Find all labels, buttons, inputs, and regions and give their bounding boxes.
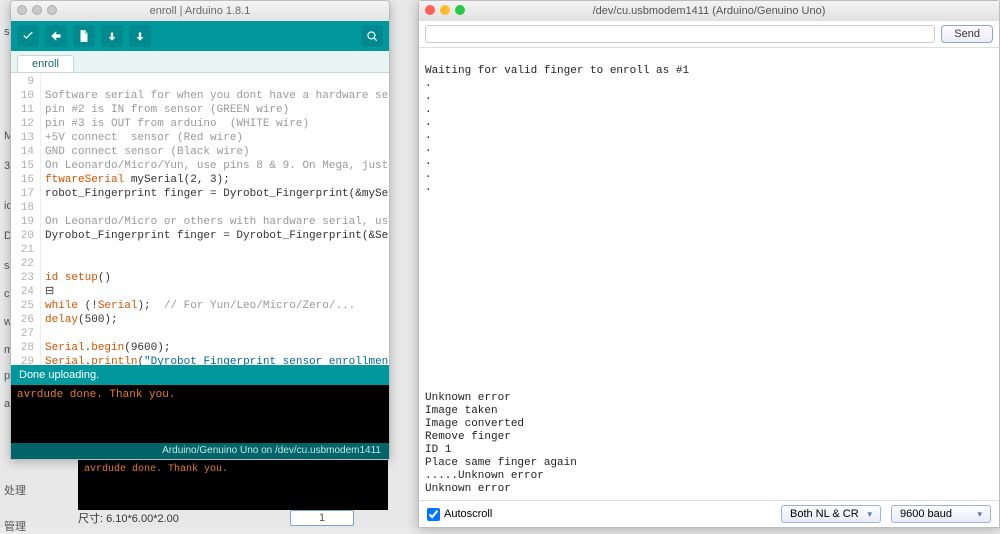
serial-input[interactable] [425, 25, 935, 43]
line-ending-select[interactable]: Both NL & CR▾ [781, 505, 881, 523]
serial-monitor-window: /dev/cu.usbmodem1411 (Arduino/Genuino Un… [418, 0, 1000, 528]
serial-titlebar[interactable]: /dev/cu.usbmodem1411 (Arduino/Genuino Un… [419, 1, 999, 21]
window-controls[interactable] [17, 5, 57, 15]
new-button[interactable] [73, 25, 95, 47]
minimize-icon[interactable] [440, 5, 450, 15]
serial-output-top: Waiting for valid finger to enroll as #1… [425, 65, 689, 194]
bg-label: 3 [0, 160, 10, 172]
serial-footer: Autoscroll Both NL & CR▾ 9600 baud▾ [419, 500, 999, 527]
autoscroll-label: Autoscroll [444, 508, 492, 520]
window-title: enroll | Arduino 1.8.1 [150, 5, 251, 17]
tab-bar: enroll [11, 51, 389, 73]
upload-button[interactable] [45, 25, 67, 47]
arduino-titlebar[interactable]: enroll | Arduino 1.8.1 [11, 1, 389, 21]
chevron-updown-icon: ▾ [867, 509, 872, 520]
serial-title: /dev/cu.usbmodem1411 (Arduino/Genuino Un… [593, 5, 826, 17]
bg-field: 尺寸: 6.10*6.00*2.00 [78, 510, 179, 526]
code-area[interactable]: Software serial for when you dont have a… [41, 73, 389, 365]
send-row: Send [419, 21, 999, 48]
baud-select[interactable]: 9600 baud▾ [891, 505, 991, 523]
autoscroll-input[interactable] [427, 508, 440, 521]
send-button[interactable]: Send [941, 25, 993, 43]
board-footer: Arduino/Genuino Uno on /dev/cu.usbmodem1… [11, 443, 389, 459]
behind-console: avrdude done. Thank you. [78, 460, 388, 510]
tab-enroll[interactable]: enroll [17, 55, 74, 72]
autoscroll-checkbox[interactable]: Autoscroll [427, 508, 492, 521]
status-bar: Done uploading. [11, 365, 389, 385]
zoom-icon[interactable] [455, 5, 465, 15]
serial-output-bottom: Unknown error Image taken Image converte… [425, 392, 577, 496]
bg-label: 管理 [0, 518, 26, 534]
chevron-updown-icon: ▾ [977, 509, 982, 520]
minimize-icon[interactable] [32, 5, 42, 15]
build-console[interactable]: avrdude done. Thank you. [11, 385, 389, 443]
arduino-ide-window: enroll | Arduino 1.8.1 enroll 9101112131… [10, 0, 390, 460]
close-icon[interactable] [425, 5, 435, 15]
bg-label: 处理 [0, 482, 26, 498]
verify-button[interactable] [17, 25, 39, 47]
code-editor[interactable]: 9101112131415161718192021222324252627282… [11, 73, 389, 365]
line-gutter: 9101112131415161718192021222324252627282… [11, 73, 41, 365]
bg-page: 1 [290, 510, 354, 526]
save-button[interactable] [129, 25, 151, 47]
zoom-icon[interactable] [47, 5, 57, 15]
arduino-toolbar [11, 21, 389, 51]
close-icon[interactable] [17, 5, 27, 15]
serial-monitor-button[interactable] [361, 25, 383, 47]
serial-output[interactable]: Waiting for valid finger to enroll as #1… [419, 48, 999, 500]
open-button[interactable] [101, 25, 123, 47]
window-controls[interactable] [425, 5, 465, 15]
console-text: avrdude done. Thank you. [17, 389, 175, 401]
